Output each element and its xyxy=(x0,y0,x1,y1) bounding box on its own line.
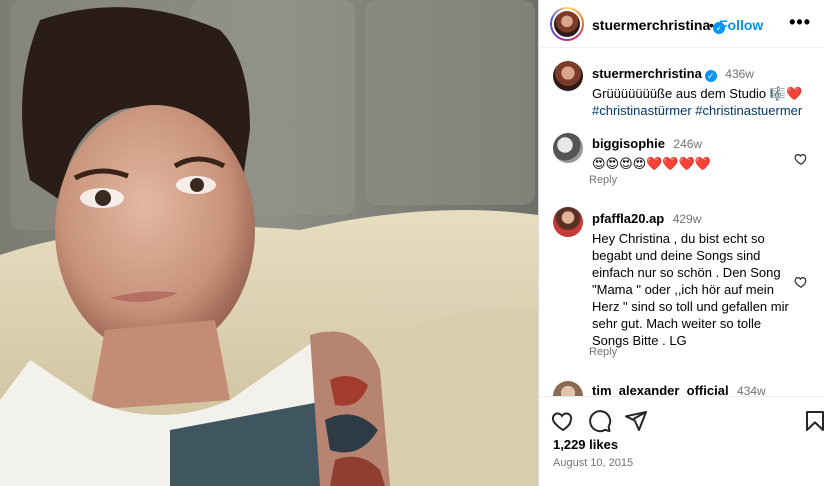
comment-time[interactable]: 429w xyxy=(673,212,702,226)
post-side-panel: stuermerchristina ✓ • Follow ••• stuermer… xyxy=(538,0,824,486)
caption-hashtags[interactable]: #christinastürmer #christinastuermer xyxy=(592,102,817,119)
caption-username[interactable]: stuermerchristina xyxy=(592,66,702,81)
author-avatar[interactable] xyxy=(550,7,584,41)
post-header: stuermerchristina ✓ • Follow ••• xyxy=(539,0,824,48)
paper-plane-icon[interactable] xyxy=(624,409,648,433)
bookmark-icon[interactable] xyxy=(803,409,824,433)
speech-bubble-icon[interactable] xyxy=(588,409,612,433)
comment-text: Hey Christina , du bist echt so begabt u… xyxy=(592,231,789,348)
caption-body: stuermerchristina ✓ 436w Grüüüüüüüße aus … xyxy=(592,65,817,119)
follow-button[interactable]: Follow xyxy=(719,17,763,33)
more-options-icon[interactable]: ••• xyxy=(789,12,811,33)
caption-avatar[interactable] xyxy=(553,61,583,91)
author-username[interactable]: stuermerchristina ✓ xyxy=(592,17,726,34)
selfie-photo xyxy=(0,0,538,486)
commenter-avatar[interactable] xyxy=(553,133,583,163)
comment-time[interactable]: 434w xyxy=(737,384,766,396)
verified-badge-icon: ✓ xyxy=(704,70,717,82)
comment-username[interactable]: biggisophie xyxy=(592,136,665,151)
post-date[interactable]: August 10, 2015 xyxy=(553,457,633,469)
post-photo[interactable] xyxy=(0,0,538,486)
comments-list[interactable]: stuermerchristina ✓ 436w Grüüüüüüüße aus … xyxy=(539,48,824,396)
separator-dot: • xyxy=(709,17,714,33)
comment-time[interactable]: 246w xyxy=(673,137,702,151)
commenter-avatar[interactable] xyxy=(553,381,583,396)
caption-time[interactable]: 436w xyxy=(725,67,754,81)
heart-outline-icon[interactable] xyxy=(551,409,575,433)
comment-like-heart-icon[interactable] xyxy=(794,275,808,289)
comment-body: pfaffla20.ap 429w Hey Christina , du bis… xyxy=(592,210,790,349)
commenter-avatar[interactable] xyxy=(553,207,583,237)
comment-username[interactable]: tim_alexander_official xyxy=(592,383,729,396)
comment-like-heart-icon[interactable] xyxy=(794,152,808,166)
comment-username[interactable]: pfaffla20.ap xyxy=(592,211,664,226)
comment-text: 😍😍😍😍❤️❤️❤️❤️ xyxy=(592,156,711,171)
reply-button[interactable]: Reply xyxy=(589,174,617,186)
reply-button[interactable]: Reply xyxy=(589,346,617,358)
caption-text: Grüüüüüüüße aus dem Studio 🎼❤️ xyxy=(592,86,803,101)
comment-body: biggisophie 246w 😍😍😍😍❤️❤️❤️❤️ xyxy=(592,135,792,172)
likes-count[interactable]: 1,229 likes xyxy=(553,437,618,452)
comment-body: tim_alexander_official 434w xyxy=(592,382,817,396)
